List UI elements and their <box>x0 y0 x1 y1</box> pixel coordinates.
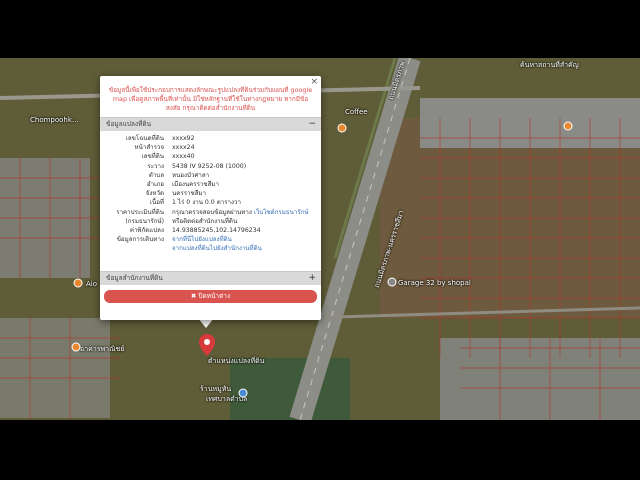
price-key-line2: (กรมธนารักษ์) <box>125 217 164 225</box>
detail-value: จากที่นี่ไปยังแปลงที่ดินจากแปลงที่ดินไปย… <box>172 235 321 253</box>
detail-key: ข้อมูลการเดินทาง <box>116 236 164 244</box>
disclaimer-notice: ข้อมูลนี้เพื่อใช้ประกอบการแสดงลักษณะรูปแ… <box>108 86 313 112</box>
map-pin-icon[interactable] <box>199 334 215 356</box>
coordinates-link[interactable]: 14.93885245,102.14796234 <box>172 226 321 235</box>
detail-row: จังหวัด นครราชสีมา <box>100 189 321 198</box>
expand-icon[interactable]: + <box>308 272 316 285</box>
detail-key: จังหวัด <box>145 190 164 198</box>
map-label: ตำแหน่งแปลงที่ดิน <box>208 357 265 365</box>
price-text-2: หรือติดต่อสำนักงานที่ดิน <box>172 217 238 225</box>
detail-value: เมืองนครราชสีมา <box>172 181 219 189</box>
section-land-office[interactable]: ข้อมูลสำนักงานที่ดิน + <box>100 271 321 285</box>
directions-to-parcel-link[interactable]: จากที่นี่ไปยังแปลงที่ดิน <box>172 236 232 243</box>
detail-value: 5438 IV 9252-08 (1000) <box>172 162 247 170</box>
map-label: อาคารพาณิชย์ <box>80 345 125 353</box>
parcel-details: เลขโฉนดที่ดิน xxxx92 หน้าสำรวจ xxxx24 เลขท… <box>100 131 321 257</box>
detail-row: ตำบล หนองบัวศาลา <box>100 171 321 180</box>
map-label: Aio <box>86 280 98 288</box>
detail-row: เนื้อที่ 1 ไร่ 0 งาน 0.0 ตารางวา <box>100 198 321 207</box>
detail-key: ระวาง <box>147 162 164 170</box>
section-parcel-info[interactable]: ข้อมูลแปลงที่ดิน − <box>100 117 321 131</box>
detail-value: หนองบัวศาลา <box>172 171 210 179</box>
detail-row: เลขที่ดิน xxxx40 <box>100 152 321 161</box>
detail-value: xxxx24 <box>172 144 195 152</box>
treasury-website-link[interactable]: เว็บไซต์กรมธนารักษ์ <box>254 209 309 216</box>
detail-key: เลขโฉนดที่ดิน <box>125 135 164 142</box>
price-text: กรุณาตรวจสอบข้อมูลผ่านทาง <box>172 208 252 216</box>
detail-key: เลขที่ดิน <box>141 153 164 161</box>
map-label: Coffee <box>345 108 368 116</box>
price-key-line1: ราคาประเมินที่ดิน <box>116 208 164 216</box>
map-label: เทศบาลตำบล <box>206 395 248 403</box>
coords-row: ค่าพิกัดแปลง 14.93885245,102.14796234 <box>100 226 321 235</box>
directions-to-office-link[interactable]: จากแปลงที่ดินไปยังสำนักงานที่ดิน <box>172 245 262 252</box>
directions-row: ข้อมูลการเดินทาง จากที่นี่ไปยังแปลงที่ดิ… <box>100 235 321 253</box>
close-icon[interactable]: × <box>310 77 318 87</box>
detail-key: เนื้อที่ <box>149 199 164 207</box>
detail-value: นครราชสีมา <box>172 190 207 198</box>
detail-row: ระวาง 5438 IV 9252-08 (1000) <box>100 162 321 171</box>
detail-value: xxxx40 <box>172 153 195 161</box>
detail-key: ตำบล <box>148 171 164 179</box>
section-title: ข้อมูลสำนักงานที่ดิน <box>106 274 163 282</box>
detail-value: 1 ไร่ 0 งาน 0.0 ตารางวา <box>172 199 241 207</box>
detail-value: xxxx92 <box>172 135 195 142</box>
map-label: Chompoohk... <box>30 116 79 124</box>
detail-key: ค่าพิกัดแปลง <box>129 227 164 235</box>
collapse-icon[interactable]: − <box>308 118 316 131</box>
close-window-button[interactable]: ✖ ปิดหน้าต่าง <box>104 290 317 303</box>
detail-row: เลขโฉนดที่ดิน xxxx92 <box>100 134 321 143</box>
map-label: ค้นหาสถานที่สำคัญ <box>520 61 579 69</box>
detail-row: หน้าสำรวจ xxxx24 <box>100 143 321 152</box>
detail-key: อำเภอ <box>146 181 164 189</box>
detail-key: ราคาประเมินที่ดิน (กรมธนารักษ์) <box>100 208 172 226</box>
price-row: ราคาประเมินที่ดิน (กรมธนารักษ์) กรุณาตรวจ… <box>100 208 321 226</box>
detail-key: หน้าสำรวจ <box>134 144 164 152</box>
parcel-info-popup: × ข้อมูลนี้เพื่อใช้ประกอบการแสดงลักษณะรู… <box>100 76 321 320</box>
map-label: Garage 32 by shopal <box>398 279 471 287</box>
detail-value: กรุณาตรวจสอบข้อมูลผ่านทาง เว็บไซต์กรมธนา… <box>172 208 321 226</box>
section-title: ข้อมูลแปลงที่ดิน <box>106 120 152 128</box>
detail-row: อำเภอ เมืองนครราชสีมา <box>100 180 321 189</box>
